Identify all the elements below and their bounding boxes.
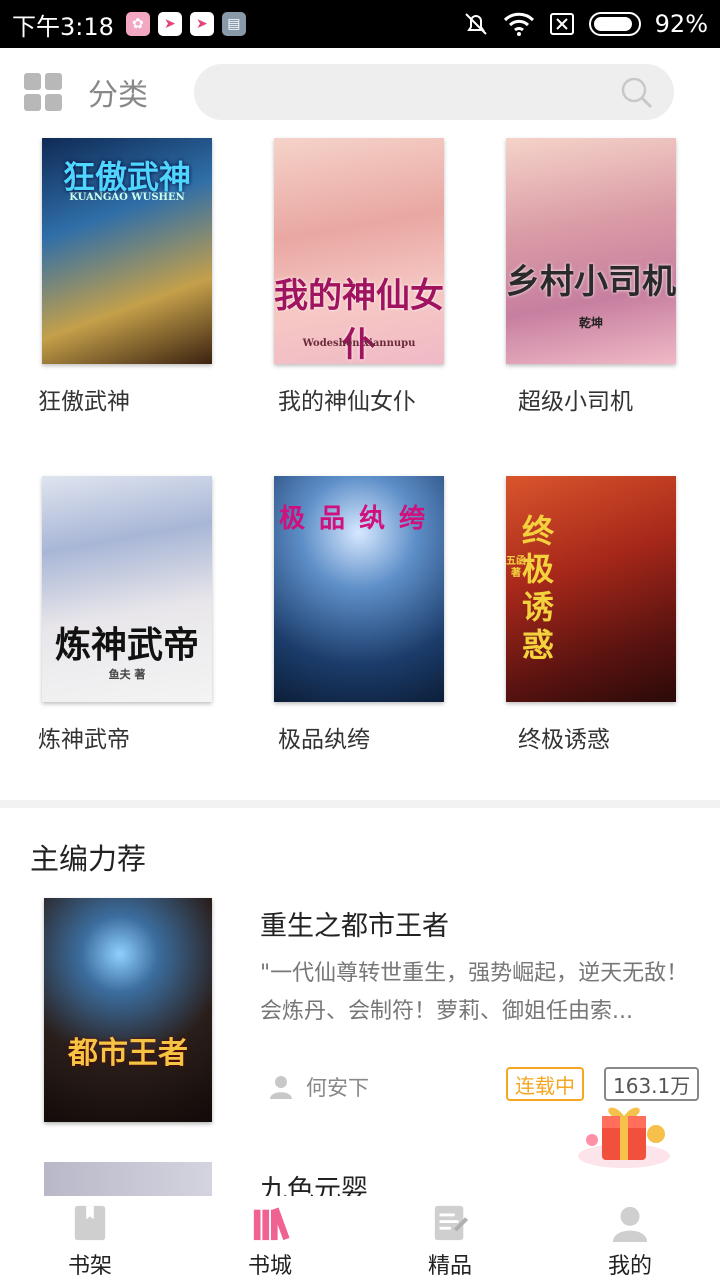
profile-icon (612, 1206, 648, 1242)
search-box[interactable] (194, 64, 674, 120)
book-description: "一代仙尊转世重生，强势崛起，逆天无敌！会炼丹、会制符！萝莉、御姐任由索... (260, 961, 689, 1024)
book-title[interactable]: 九色元婴 (260, 1168, 368, 1196)
no-sim-icon (549, 13, 574, 35)
status-bar: 下午3:18 ✿ ➤ ➤ ▤ 92% (0, 0, 720, 48)
search-icon[interactable] (620, 76, 654, 110)
book-cover[interactable]: 终极诱惑 五函 著 (506, 476, 676, 702)
calculator-notification-icon: ▤ (221, 12, 246, 36)
status-time: 下午3:18 (12, 12, 114, 41)
person-icon (270, 1076, 292, 1099)
app-notification-icon: ✿ (125, 12, 150, 36)
book-cover[interactable]: 我的神仙女仆 Wodeshen xiannupu (274, 138, 444, 364)
nav-featured[interactable]: 精品 (360, 1196, 540, 1280)
book-cover[interactable]: 都市王者 (44, 898, 212, 1122)
book-cover[interactable] (44, 1162, 212, 1196)
mute-bell-icon (464, 13, 487, 35)
book-title[interactable]: 狂傲武神 (38, 382, 130, 416)
nav-label: 书城 (247, 1254, 292, 1279)
section-title: 主编力荐 (30, 842, 147, 876)
top-header: 分类 (0, 48, 720, 136)
book-title[interactable]: 极品纨绔 (278, 720, 370, 754)
battery-icon (588, 12, 641, 36)
nav-label: 精品 (427, 1254, 472, 1279)
featured-icon (434, 1205, 469, 1241)
book-cover[interactable]: 极品纨绔 (274, 476, 444, 702)
battery-percent: 92% (654, 10, 708, 38)
nav-label: 我的 (607, 1254, 652, 1279)
nav-bookstore[interactable]: 书城 (180, 1196, 360, 1280)
book-title[interactable]: 超级小司机 (518, 382, 633, 416)
section-divider (0, 800, 720, 808)
category-label[interactable]: 分类 (88, 70, 148, 114)
bottom-navigation: 书架 书城 精品 我的 (0, 1196, 720, 1280)
gift-icon[interactable] (568, 1094, 680, 1174)
book-title[interactable]: 炼神武帝 (38, 720, 130, 754)
book-cover[interactable]: 乡村小司机 乾坤 (506, 138, 676, 364)
nav-profile[interactable]: 我的 (540, 1196, 720, 1280)
nav-bookshelf[interactable]: 书架 (0, 1196, 180, 1280)
book-title[interactable]: 终极诱惑 (518, 720, 610, 754)
book-title[interactable]: 重生之都市王者 (260, 904, 449, 943)
notification-icons: ✿ ➤ ➤ ▤ (125, 12, 246, 36)
app-notification-icon: ➤ (157, 12, 182, 36)
book-author: 何安下 (268, 1072, 369, 1102)
bookstore-icon (253, 1207, 290, 1241)
category-grid-icon[interactable] (24, 73, 62, 111)
bookshelf-icon (74, 1205, 106, 1241)
nav-label: 书架 (67, 1254, 112, 1279)
search-input[interactable] (194, 64, 674, 120)
book-title[interactable]: 我的神仙女仆 (278, 382, 416, 416)
app-notification-icon: ➤ (189, 12, 214, 36)
book-cover[interactable]: 炼神武帝 鱼夫 著 (42, 476, 212, 702)
wifi-icon (503, 12, 534, 36)
author-name: 何安下 (306, 1076, 369, 1100)
book-cover[interactable]: 狂傲武神 KUANGAO WUSHEN (42, 138, 212, 364)
